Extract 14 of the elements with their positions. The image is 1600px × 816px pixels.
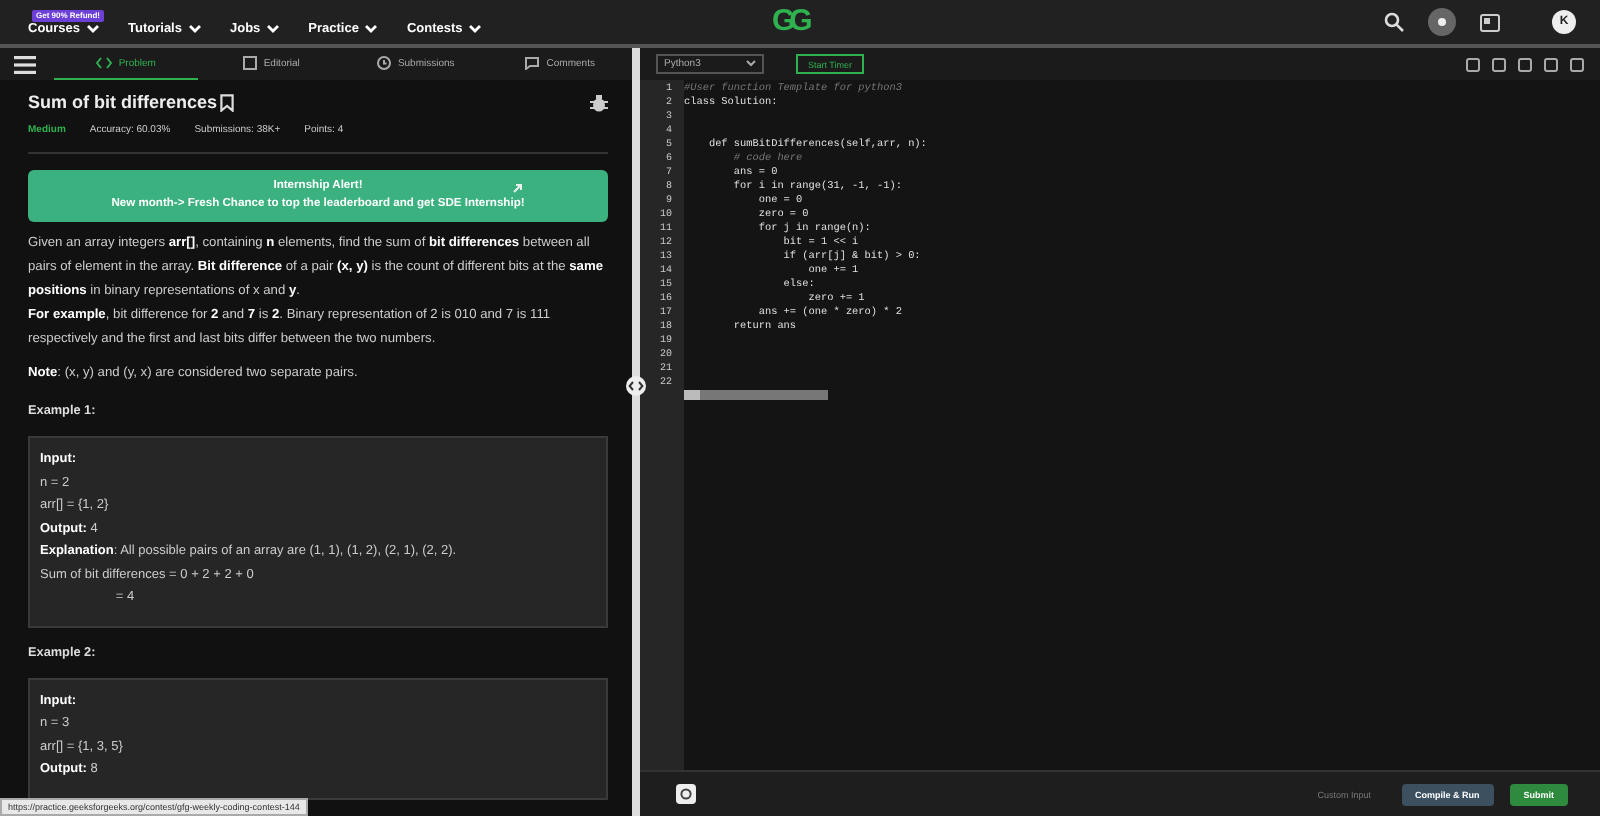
settings-icon[interactable]: [676, 784, 696, 804]
clock-icon: [375, 56, 392, 70]
sun-icon[interactable]: [1428, 8, 1456, 36]
bug-icon[interactable]: [590, 93, 608, 111]
code-icon: [96, 56, 113, 70]
chevron-down-icon[interactable]: [746, 60, 756, 68]
tablet-icon[interactable]: [1480, 13, 1500, 31]
menu-icon[interactable]: [14, 55, 36, 73]
horizontal-scrollbar[interactable]: [684, 390, 828, 400]
bookmark-icon[interactable]: [219, 93, 234, 111]
problem-title: Sum of bit differences: [28, 92, 218, 112]
search-icon[interactable]: [1384, 12, 1404, 32]
site-logo[interactable]: GG: [772, 4, 807, 38]
chat-bubble-icon: [524, 56, 541, 70]
